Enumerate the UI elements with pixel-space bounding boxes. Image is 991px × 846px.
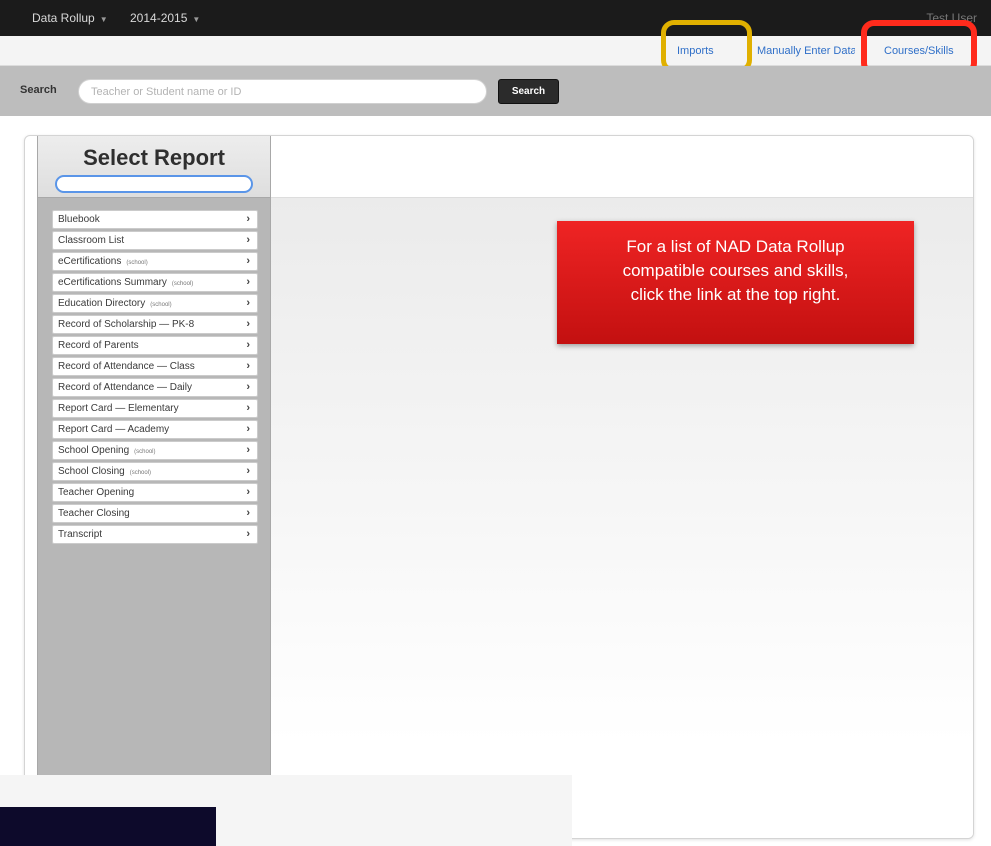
- search-bar: Search Search: [0, 66, 991, 116]
- report-item-teacher-closing[interactable]: Teacher Closing ›: [52, 504, 258, 523]
- chevron-right-icon: ›: [246, 528, 250, 540]
- report-item-tag: (school): [126, 260, 148, 266]
- report-item-label: Teacher Opening: [58, 487, 135, 498]
- chevron-right-icon: ›: [246, 444, 250, 456]
- sidebar-header: Select Report: [38, 136, 270, 198]
- report-item-classroom-list[interactable]: Classroom List ›: [52, 231, 258, 250]
- report-item-tag: (school): [150, 302, 172, 308]
- report-item-education-directory[interactable]: Education Directory (school) ›: [52, 294, 258, 313]
- year-menu-label: 2014-2015: [130, 11, 188, 25]
- content-header: [271, 136, 973, 198]
- report-item-label: Teacher Closing: [58, 508, 130, 519]
- report-item-label: School Closing: [58, 466, 125, 477]
- chevron-right-icon: ›: [246, 255, 250, 267]
- report-item-tag: (school): [129, 470, 152, 476]
- report-item-label: Record of Scholarship — PK-8: [58, 319, 195, 330]
- report-item-ecertifications[interactable]: eCertifications (school) ›: [52, 252, 258, 271]
- callout-line-3: click the link at the top right.: [630, 285, 841, 304]
- report-item-tag: (school): [134, 449, 156, 455]
- chevron-right-icon: ›: [246, 360, 250, 372]
- courses-skills-link[interactable]: Courses/Skills: [884, 45, 954, 57]
- search-input[interactable]: [78, 79, 487, 104]
- report-item-attendance-daily[interactable]: Record of Attendance — Daily ›: [52, 378, 258, 397]
- chevron-right-icon: ›: [246, 339, 250, 351]
- report-item-report-card-academy[interactable]: Report Card — Academy ›: [52, 420, 258, 439]
- report-item-tag: (school): [171, 281, 194, 287]
- report-sidebar: Select Report Bluebook › Classroom List › …: [37, 136, 271, 838]
- chevron-right-icon: ›: [246, 234, 250, 246]
- chevron-right-icon: ›: [246, 318, 250, 330]
- report-item-label: Report Card — Elementary: [58, 403, 179, 414]
- chevron-right-icon: ›: [246, 213, 250, 225]
- app-menu[interactable]: Data Rollup ▼: [32, 11, 108, 25]
- chevron-right-icon: ›: [246, 486, 250, 498]
- year-menu[interactable]: 2014-2015 ▼: [130, 11, 200, 25]
- report-list: Bluebook › Classroom List › eCertification…: [52, 210, 258, 544]
- callout-line-2: compatible courses and skills,: [622, 261, 849, 280]
- report-item-label: eCertifications: [58, 256, 122, 267]
- report-item-label: Record of Parents: [58, 340, 139, 351]
- report-filter-input[interactable]: [55, 175, 253, 193]
- chevron-right-icon: ›: [246, 402, 250, 414]
- report-item-label: Education Directory: [58, 298, 146, 309]
- link-bar: Imports Manually Enter Data Courses/Skil…: [0, 36, 991, 66]
- chevron-right-icon: ›: [246, 423, 250, 435]
- report-item-label: School Opening: [58, 445, 130, 456]
- search-button[interactable]: Search: [498, 79, 559, 104]
- report-item-label: Record of Attendance — Class: [58, 361, 195, 372]
- report-item-label: Classroom List: [58, 235, 125, 246]
- search-label: Search: [20, 84, 57, 96]
- caret-down-icon: ▼: [192, 15, 201, 24]
- select-report-title: Select Report: [83, 145, 225, 170]
- report-item-teacher-opening[interactable]: Teacher Opening ›: [52, 483, 258, 502]
- report-item-label: Record of Attendance — Daily: [58, 382, 192, 393]
- report-item-record-of-scholarship[interactable]: Record of Scholarship — PK-8 ›: [52, 315, 258, 334]
- user-menu[interactable]: Test User: [926, 11, 977, 25]
- report-item-attendance-class[interactable]: Record of Attendance — Class ›: [52, 357, 258, 376]
- app-menu-label: Data Rollup: [32, 11, 95, 25]
- chevron-right-icon: ›: [246, 465, 250, 477]
- report-item-bluebook[interactable]: Bluebook ›: [52, 210, 258, 229]
- report-item-label: Bluebook: [58, 214, 100, 225]
- manually-enter-data-link[interactable]: Manually Enter Data: [757, 45, 855, 57]
- report-item-transcript[interactable]: Transcript ›: [52, 525, 258, 544]
- report-item-school-closing[interactable]: School Closing (school) ›: [52, 462, 258, 481]
- imports-link[interactable]: Imports: [677, 45, 714, 57]
- report-item-label: eCertifications Summary: [58, 277, 167, 288]
- report-item-record-of-parents[interactable]: Record of Parents ›: [52, 336, 258, 355]
- chevron-right-icon: ›: [246, 297, 250, 309]
- report-item-report-card-elementary[interactable]: Report Card — Elementary ›: [52, 399, 258, 418]
- report-item-label: Transcript: [58, 529, 103, 540]
- courses-skills-callout: For a list of NAD Data Rollup compatible…: [557, 221, 914, 344]
- top-navbar: Data Rollup ▼ 2014-2015 ▼ Test User: [0, 0, 991, 36]
- chevron-right-icon: ›: [246, 381, 250, 393]
- chevron-right-icon: ›: [246, 276, 250, 288]
- callout-line-1: For a list of NAD Data Rollup: [626, 237, 845, 256]
- chevron-right-icon: ›: [246, 507, 250, 519]
- caret-down-icon: ▼: [99, 15, 108, 24]
- report-item-label: Report Card — Academy: [58, 424, 170, 435]
- report-item-school-opening[interactable]: School Opening (school) ›: [52, 441, 258, 460]
- overlay-dark-block: [0, 807, 216, 846]
- report-item-ecertifications-summary[interactable]: eCertifications Summary (school) ›: [52, 273, 258, 292]
- overlay-panel: [0, 775, 572, 846]
